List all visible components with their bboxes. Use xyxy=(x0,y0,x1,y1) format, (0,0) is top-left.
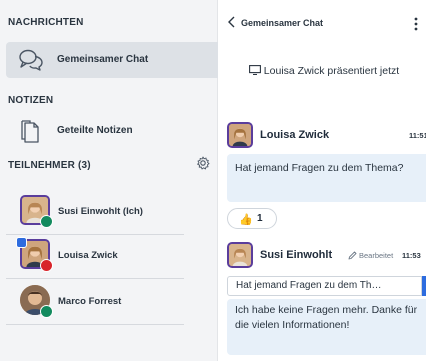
thumbs-up-icon: 👍 xyxy=(239,214,253,226)
chat-bubbles-icon xyxy=(19,49,43,71)
status-online-dot xyxy=(40,215,53,228)
sidebar-item-public-chat[interactable]: Gemeinsamer Chat xyxy=(6,42,218,78)
notes-document-icon xyxy=(21,120,39,143)
participant-name: Louisa Zwick xyxy=(58,250,118,261)
divider xyxy=(6,234,184,235)
avatar xyxy=(227,242,253,268)
avatar-photo xyxy=(229,244,251,266)
presenter-icon xyxy=(16,237,27,248)
participant-name: Marco Forrest xyxy=(58,296,122,307)
message-time: 11:53 xyxy=(402,251,421,260)
sidebar-item-shared-notes[interactable]: Geteilte Notizen xyxy=(6,116,218,146)
quoted-message[interactable]: Hat jemand Fragen zu dem Th… xyxy=(227,276,422,296)
reaction-count: 1 xyxy=(257,213,263,224)
sidebar-item-label: Gemeinsamer Chat xyxy=(57,54,149,65)
section-title-participants: TEILNEHMER (3) xyxy=(8,160,91,171)
message-header: Louisa Zwick 11:51 xyxy=(227,122,426,148)
participant-row[interactable]: Marco Forrest xyxy=(6,283,218,319)
chat-panel: Gemeinsamer Chat Louisa Zwick präsentier… xyxy=(219,0,426,361)
chevron-left-icon[interactable] xyxy=(227,16,237,28)
more-vertical-icon[interactable] xyxy=(414,17,418,31)
status-online-dot xyxy=(40,305,53,318)
reaction-chip[interactable]: 👍 1 xyxy=(227,208,277,229)
message-bubble: Ich habe keine Fragen mehr. Danke für di… xyxy=(227,299,426,355)
sidebar-item-label: Geteilte Notizen xyxy=(57,125,133,136)
sidebar: NACHRICHTEN Gemeinsamer Chat NOTIZEN Get… xyxy=(0,0,218,361)
section-title-messages: NACHRICHTEN xyxy=(8,17,84,28)
gear-icon[interactable] xyxy=(196,156,210,170)
section-title-notes: NOTIZEN xyxy=(8,95,54,106)
avatar xyxy=(227,122,253,148)
participant-name: Susi Einwohlt (Ich) xyxy=(58,206,143,217)
pencil-icon xyxy=(348,251,357,260)
chat-title: Gemeinsamer Chat xyxy=(241,18,324,28)
participant-row[interactable]: Louisa Zwick xyxy=(6,237,218,273)
message-author: Louisa Zwick xyxy=(260,129,330,141)
chat-header: Gemeinsamer Chat xyxy=(219,0,426,44)
divider xyxy=(6,324,184,325)
quote-accent-bar xyxy=(422,276,426,296)
presentation-text: Louisa Zwick präsentiert jetzt xyxy=(263,65,400,77)
presentation-notice: Louisa Zwick präsentiert jetzt xyxy=(239,64,409,79)
screen-share-icon xyxy=(248,65,261,75)
message-header: Susi Einwohlt Bearbeitet 11:53 xyxy=(227,242,426,268)
divider xyxy=(6,278,184,279)
message-bubble: Hat jemand Fragen zu dem Thema? xyxy=(227,154,426,202)
edited-label: Bearbeitet xyxy=(359,251,394,260)
message-author: Susi Einwohlt xyxy=(260,249,333,261)
participant-row[interactable]: Susi Einwohlt (Ich) xyxy=(6,193,218,229)
avatar-photo xyxy=(229,124,251,146)
status-busy-dot xyxy=(40,259,53,272)
message-time: 11:51 xyxy=(409,131,426,140)
